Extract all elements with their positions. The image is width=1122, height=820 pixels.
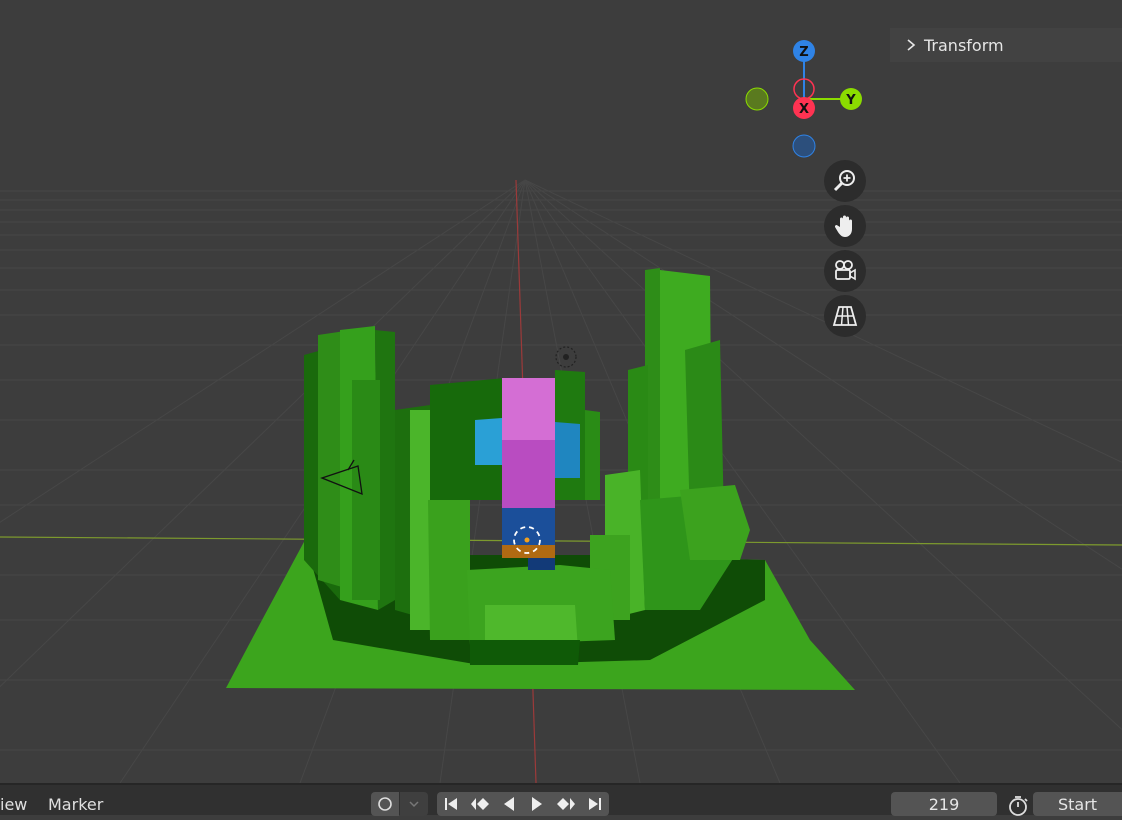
- perspective-grid-icon: [832, 306, 858, 326]
- gizmo-x-label: X: [799, 102, 809, 117]
- gizmo-neg-y-icon[interactable]: [745, 87, 769, 111]
- hand-pan-icon: [834, 215, 852, 237]
- navigation-gizmo[interactable]: Z Y X: [730, 30, 880, 170]
- play-icon: [532, 797, 543, 811]
- transform-panel-label: Transform: [924, 35, 1004, 55]
- prev-keyframe-icon: [470, 798, 489, 810]
- perspective-toggle-button[interactable]: [824, 295, 866, 337]
- playback-controls: [437, 792, 609, 816]
- jump-end-button[interactable]: [584, 795, 606, 813]
- 3d-viewport[interactable]: Transform Z Y X: [0, 0, 1122, 783]
- marker-menu[interactable]: Marker: [48, 795, 103, 814]
- transform-panel-header[interactable]: Transform: [890, 28, 1122, 62]
- right-pillars: [590, 268, 750, 620]
- keying-dropdown[interactable]: [400, 792, 428, 816]
- next-keyframe-icon: [556, 798, 575, 810]
- jump-start-button[interactable]: [440, 795, 462, 813]
- next-keyframe-button[interactable]: [555, 795, 577, 813]
- current-frame-field[interactable]: 219: [891, 792, 997, 816]
- gizmo-y-label: Y: [845, 93, 856, 108]
- scene-canvas[interactable]: [0, 0, 1122, 783]
- timeline-header: iew Marker 219 Start: [0, 783, 1122, 818]
- zoom-button[interactable]: [824, 160, 866, 202]
- jump-end-icon: [588, 798, 601, 810]
- jump-start-icon: [445, 798, 458, 810]
- start-frame-field[interactable]: Start: [1033, 792, 1122, 816]
- view-menu[interactable]: iew: [0, 795, 27, 814]
- camera-view-button[interactable]: [824, 250, 866, 292]
- play-reverse-icon: [503, 797, 514, 811]
- keying-toggle[interactable]: [371, 792, 399, 816]
- y-axis-line: [0, 536, 1122, 546]
- gizmo-neg-z-icon[interactable]: [792, 134, 816, 158]
- chevron-down-icon: [409, 801, 419, 808]
- camera-view-icon: [835, 260, 856, 281]
- prev-keyframe-button[interactable]: [469, 795, 491, 813]
- record-circle-icon: [378, 797, 392, 811]
- play-reverse-button[interactable]: [498, 795, 520, 813]
- gizmo-z-label: Z: [799, 45, 808, 60]
- chevron-right-icon: [907, 39, 916, 51]
- play-button[interactable]: [526, 795, 548, 813]
- pan-button[interactable]: [824, 205, 866, 247]
- zoom-icon: [833, 170, 855, 192]
- stopwatch-icon[interactable]: [1006, 794, 1030, 818]
